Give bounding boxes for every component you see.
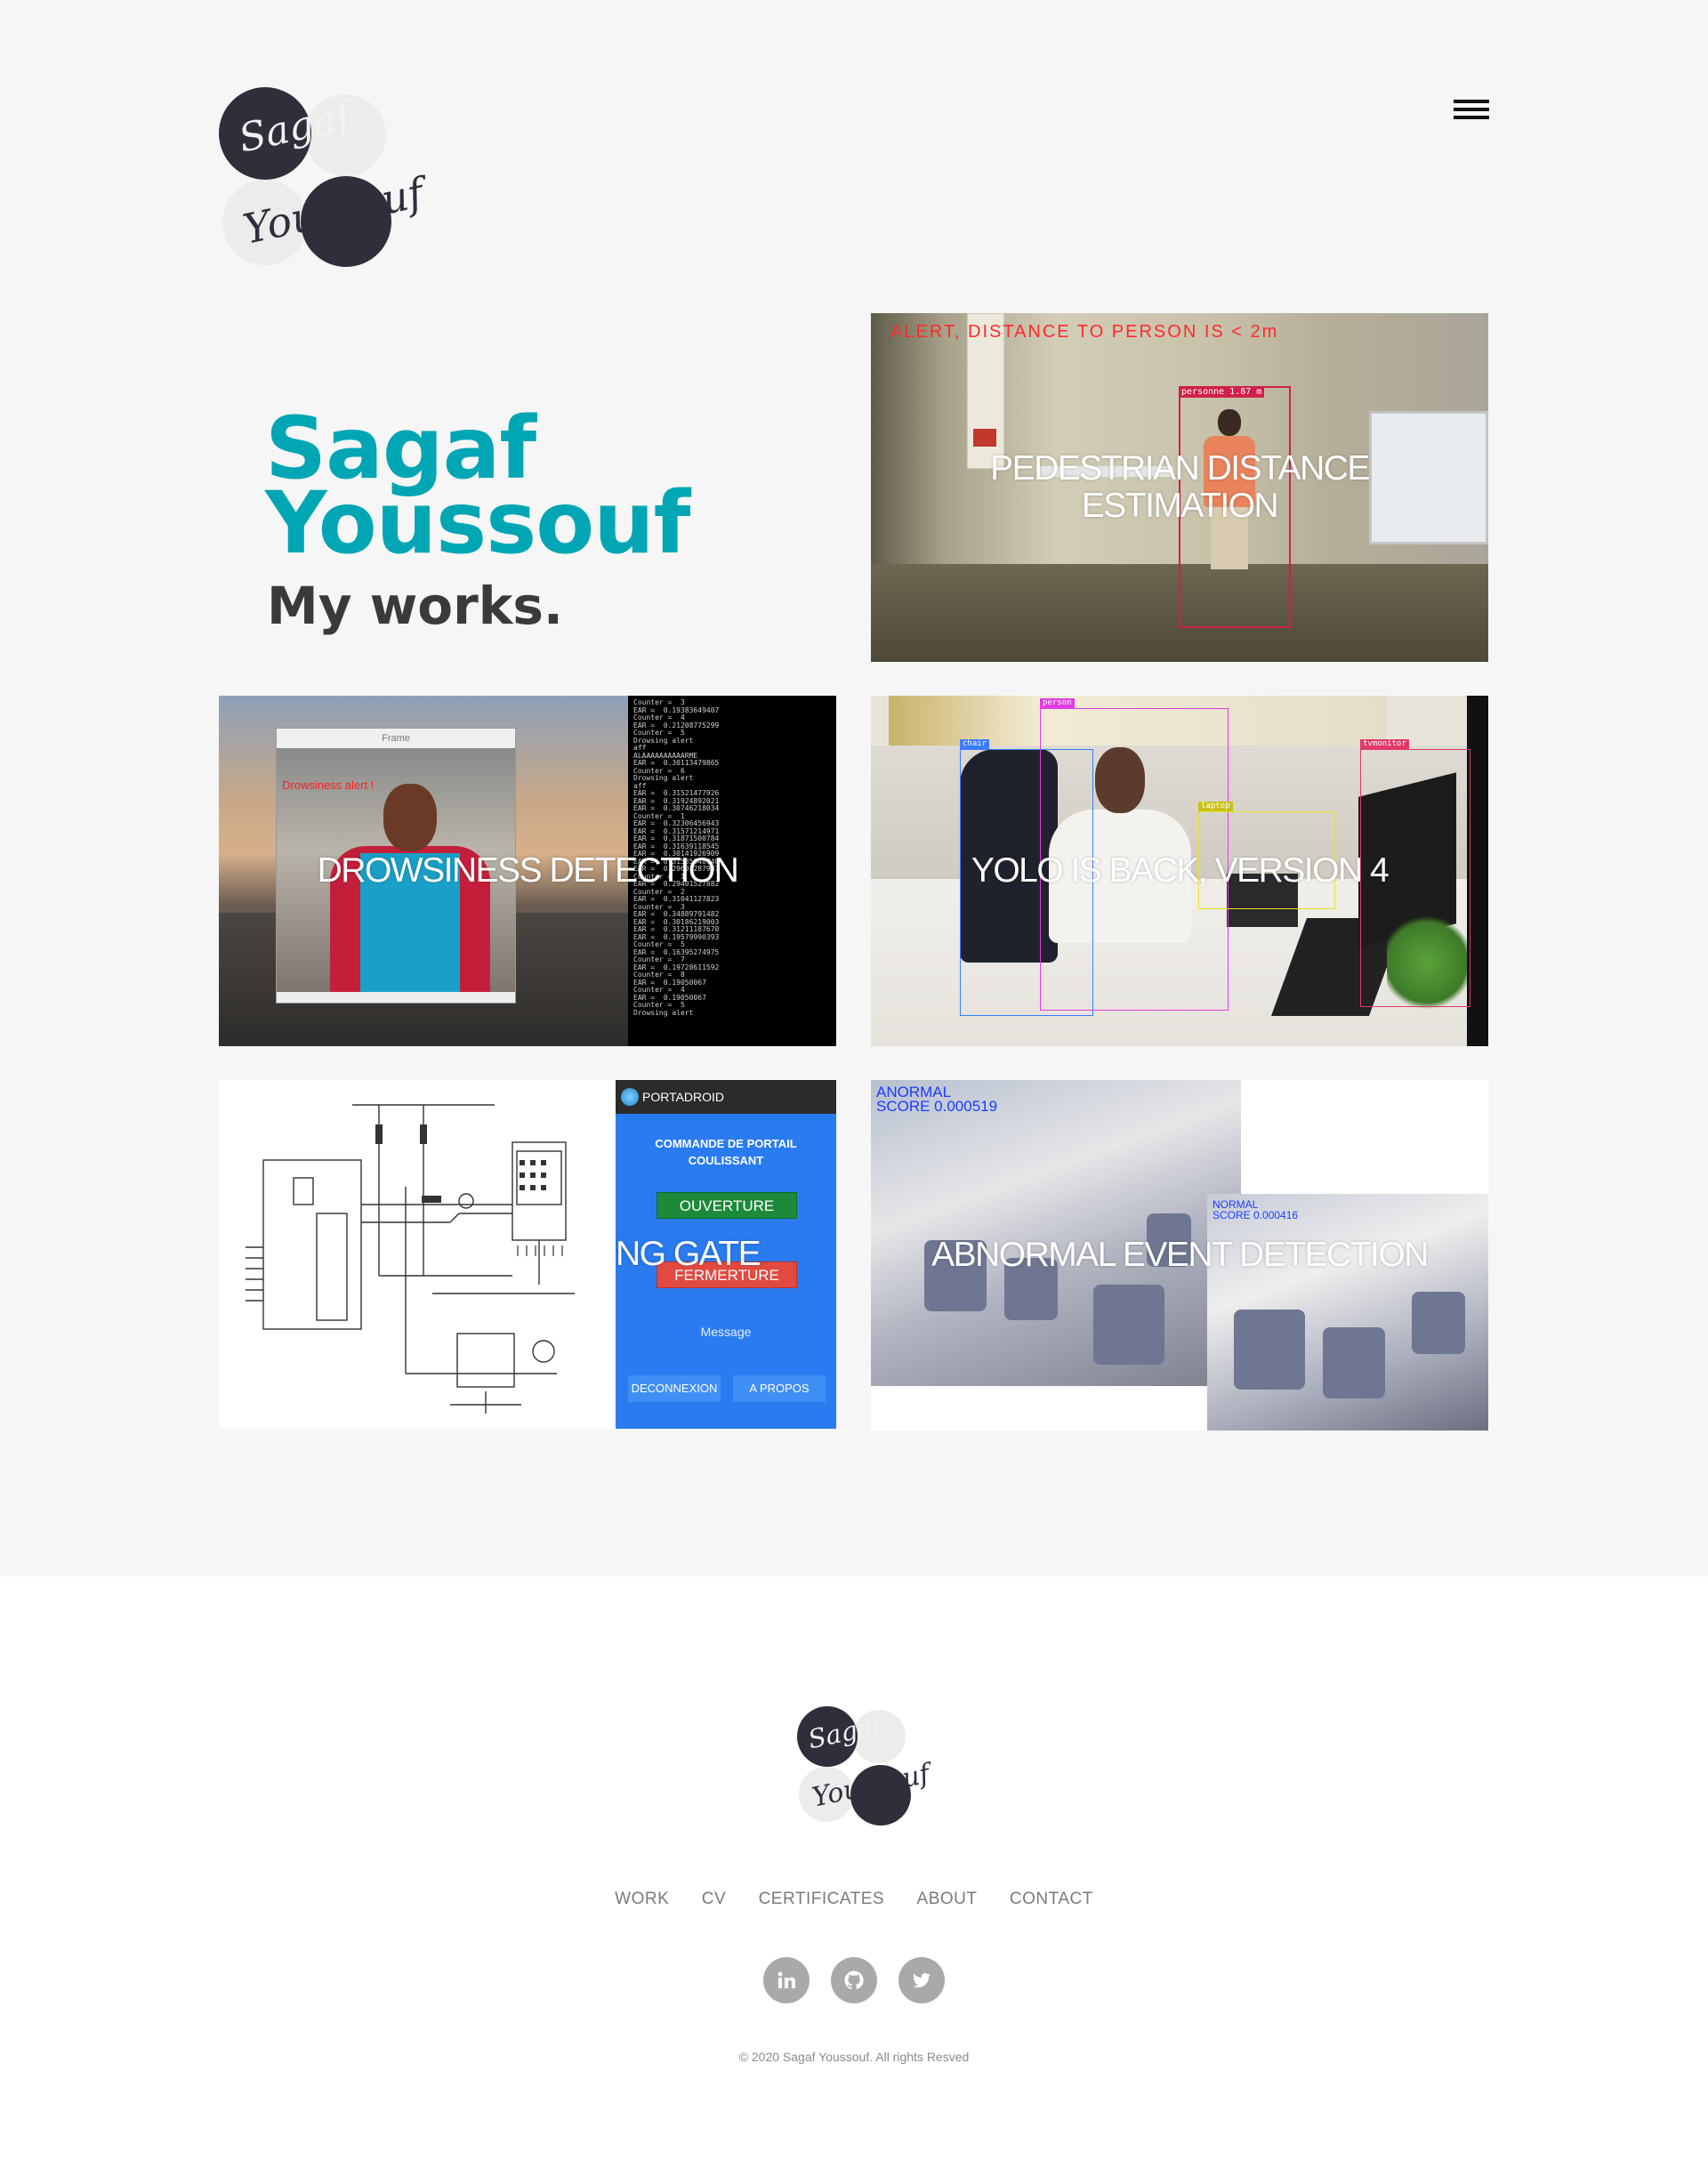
menu-bar <box>1454 108 1489 111</box>
disconnect-button: DECONNEXION <box>628 1375 721 1402</box>
footer-link-certificates[interactable]: CERTIFICATES <box>759 1890 884 1909</box>
message-label: Message <box>700 1325 752 1339</box>
frame-status-bar <box>277 992 515 1003</box>
menu-bar <box>1454 116 1489 119</box>
work-card-title: ABNORMAL EVENT DETECTION <box>931 1236 1429 1274</box>
detection-label: person <box>1040 698 1075 708</box>
work-card-pedestrian-distance[interactable]: personne 1.87 m ALERT, DISTANCE TO PERSO… <box>871 313 1488 662</box>
hero-last-name: Youssouf <box>265 473 690 573</box>
work-card-title: NG GATE <box>616 1235 761 1273</box>
event-label: NORMAL SCORE 0.000416 <box>1213 1198 1299 1221</box>
train-camera-image-2: NORMAL SCORE 0.000416 <box>1207 1194 1488 1431</box>
work-card-yolo-v4[interactable]: person chair tvmonitor laptop YOLO IS BA… <box>871 696 1488 1046</box>
github-icon[interactable] <box>831 1957 877 2003</box>
hero-subtitle: My works. <box>267 576 563 636</box>
site-footer: Sagaf Youssouf WORK CV CERTIFICATES ABOU… <box>0 1576 1708 2160</box>
detection-label: chair <box>960 739 990 749</box>
detection-label: tvmonitor <box>1360 739 1409 749</box>
hero-title: Sagaf Youssouf <box>265 406 690 573</box>
detection-label: laptop <box>1198 802 1233 811</box>
footer-link-cv[interactable]: CV <box>702 1890 726 1909</box>
twitter-icon[interactable] <box>898 1957 946 2003</box>
work-card-title: DROWSINESS DETECTION <box>317 851 739 890</box>
train-camera-image-1: ANORMAL SCORE 0.000519 <box>871 1080 1241 1386</box>
open-gate-button: OUVERTURE <box>657 1192 797 1219</box>
footer-nav: WORK CV CERTIFICATES ABOUT CONTACT <box>0 1890 1708 1909</box>
app-title-bar: PORTADROID <box>616 1080 836 1114</box>
hamburger-menu-icon[interactable] <box>1454 98 1489 121</box>
copyright-text: © 2020 Sagaf Youssouf. All rights Resved <box>738 2050 970 2064</box>
drowsiness-alert-text: Drowsiness alert ! <box>282 778 375 792</box>
scene-extinguisher <box>973 429 996 447</box>
social-links <box>0 1957 1708 2003</box>
footer-link-about[interactable]: ABOUT <box>917 1890 978 1909</box>
frame-title: Frame <box>277 729 515 748</box>
detection-tag: personne 1.87 m <box>1179 386 1265 398</box>
menu-bar <box>1454 100 1489 103</box>
work-card-title: PEDESTRIAN DISTANCE ESTIMATION <box>990 449 1370 525</box>
site-logo[interactable]: Sagaf Youssouf <box>219 87 428 272</box>
work-card-title: YOLO IS BACK, VERSION 4 <box>971 851 1390 890</box>
footer-link-work[interactable]: WORK <box>615 1890 669 1909</box>
distance-alert-text: ALERT, DISTANCE TO PERSON IS < 2m <box>890 322 1279 342</box>
linkedin-icon[interactable] <box>762 1957 810 2003</box>
circuit-schematic <box>246 1104 575 1414</box>
footer-logo[interactable]: Sagaf Youssouf <box>797 1706 932 1827</box>
work-card-abnormal-event-detection[interactable]: ANORMAL SCORE 0.000519 NORMAL SCORE 0.0004… <box>871 1080 1488 1431</box>
footer-link-contact[interactable]: CONTACT <box>1010 1890 1093 1909</box>
event-label: ANORMAL SCORE 0.000519 <box>876 1084 998 1115</box>
app-name: PORTADROID <box>642 1090 725 1104</box>
about-app-button: A PROPOS <box>733 1375 826 1402</box>
app-heading: COMMANDE DE PORTAIL COULISSANT <box>655 1137 797 1167</box>
app-logo-icon <box>621 1088 639 1106</box>
work-card-drowsiness-detection[interactable]: Counter = 3 EAR = 0.19383649407 Counter … <box>219 696 836 1046</box>
work-card-smart-sliding-gate[interactable]: PORTADROID COMMANDE DE PORTAIL COULISSAN… <box>219 1080 836 1429</box>
